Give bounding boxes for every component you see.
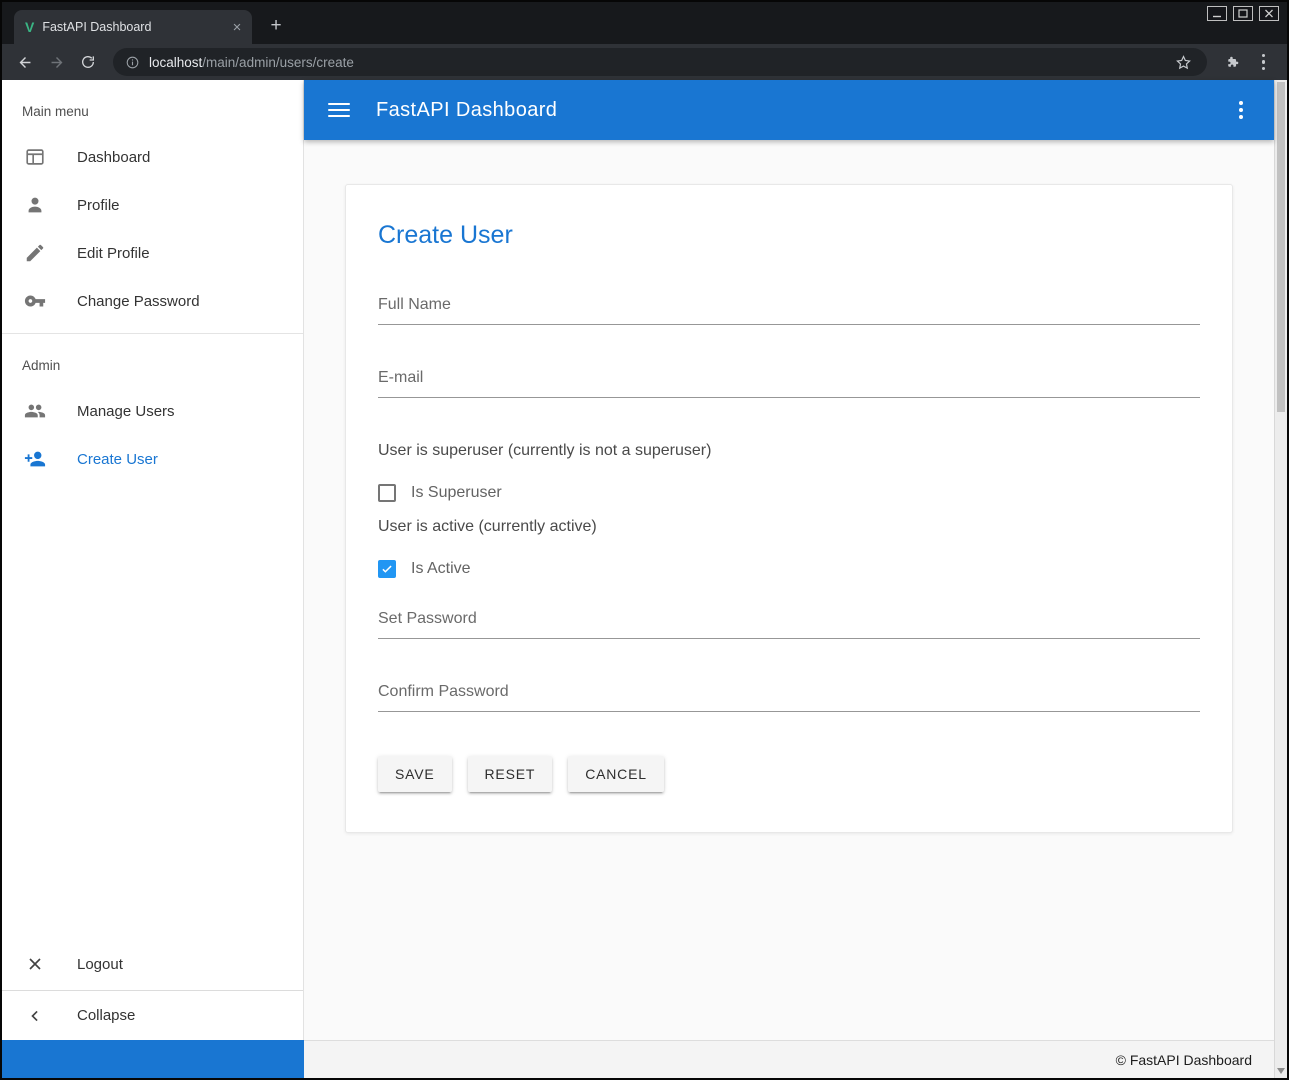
footer-copyright: © FastAPI Dashboard bbox=[1116, 1052, 1252, 1068]
sidebar-item-manage-users[interactable]: Manage Users bbox=[2, 387, 303, 435]
scrollbar-down-arrow-icon[interactable] bbox=[1277, 1068, 1285, 1074]
browser-toolbar: localhost/main/admin/users/create bbox=[2, 44, 1287, 80]
form-actions: SAVE RESET CANCEL bbox=[378, 756, 1200, 792]
reset-button[interactable]: RESET bbox=[468, 756, 553, 792]
sidebar-item-dashboard[interactable]: Dashboard bbox=[2, 133, 303, 181]
sidebar-item-logout[interactable]: Logout bbox=[2, 940, 303, 988]
sidebar-item-edit-profile[interactable]: Edit Profile bbox=[2, 229, 303, 277]
sidebar-item-label: Create User bbox=[77, 451, 158, 468]
chevron-left-icon bbox=[23, 1006, 47, 1026]
email-label: E-mail bbox=[378, 369, 423, 386]
minimize-button[interactable] bbox=[1207, 6, 1227, 21]
create-user-card: Create User Full Name E-mail User is sup… bbox=[345, 184, 1233, 833]
vertical-scrollbar[interactable] bbox=[1274, 80, 1287, 1078]
footer-bar: © FastAPI Dashboard bbox=[304, 1040, 1274, 1078]
appbar-title: FastAPI Dashboard bbox=[376, 99, 1227, 122]
reload-icon[interactable] bbox=[74, 49, 101, 76]
confirm-password-field[interactable]: Confirm Password bbox=[378, 683, 1200, 712]
active-hint: User is active (currently active) bbox=[378, 518, 1200, 536]
site-info-icon[interactable] bbox=[125, 55, 140, 70]
logout-x-icon bbox=[23, 954, 47, 974]
url-host: localhost bbox=[149, 55, 202, 70]
hamburger-menu-icon[interactable] bbox=[328, 103, 350, 117]
appbar-kebab-icon[interactable] bbox=[1227, 97, 1254, 124]
footer: © FastAPI Dashboard bbox=[2, 1040, 1274, 1078]
sidebar-item-create-user[interactable]: Create User bbox=[2, 435, 303, 483]
extensions-icon[interactable] bbox=[1219, 49, 1246, 76]
forward-icon[interactable] bbox=[43, 49, 70, 76]
browser-titlebar: V FastAPI Dashboard × + bbox=[2, 2, 1287, 44]
sidebar-item-label: Edit Profile bbox=[77, 245, 150, 262]
page-title: Create User bbox=[378, 221, 1200, 250]
person-add-icon bbox=[23, 448, 47, 470]
footer-accent-block bbox=[2, 1040, 304, 1078]
sidebar: Main menu Dashboard Profile bbox=[2, 80, 304, 1040]
app-main: Main menu Dashboard Profile bbox=[2, 80, 1274, 1040]
app-shell: Main menu Dashboard Profile bbox=[2, 80, 1287, 1078]
sidebar-collapse-button[interactable]: Collapse bbox=[2, 990, 303, 1040]
save-button[interactable]: SAVE bbox=[378, 756, 452, 792]
full-name-field[interactable]: Full Name bbox=[378, 296, 1200, 325]
maximize-button[interactable] bbox=[1233, 6, 1253, 21]
checkbox-checked-icon bbox=[378, 560, 396, 578]
scrollbar-thumb[interactable] bbox=[1277, 82, 1285, 412]
sidebar-item-label: Manage Users bbox=[77, 403, 175, 420]
email-field[interactable]: E-mail bbox=[378, 369, 1200, 398]
set-password-label: Set Password bbox=[378, 610, 477, 627]
bookmark-star-icon[interactable] bbox=[1170, 49, 1197, 76]
main-area: FastAPI Dashboard Create User Full Name … bbox=[304, 80, 1274, 1040]
dashboard-icon bbox=[23, 146, 47, 168]
browser-menu-kebab-icon[interactable] bbox=[1250, 49, 1277, 76]
is-active-checkbox[interactable]: Is Active bbox=[378, 560, 1200, 578]
sidebar-section-main-menu: Main menu bbox=[2, 80, 303, 133]
close-window-button[interactable] bbox=[1259, 6, 1279, 21]
url-path: /main/admin/users/create bbox=[202, 55, 354, 70]
vuetify-favicon-icon: V bbox=[25, 19, 34, 35]
new-tab-button[interactable]: + bbox=[262, 12, 290, 40]
confirm-password-label: Confirm Password bbox=[378, 683, 509, 700]
cancel-button[interactable]: CANCEL bbox=[568, 756, 664, 792]
browser-window: V FastAPI Dashboard × + bbox=[0, 0, 1289, 1080]
sidebar-item-label: Logout bbox=[77, 956, 123, 973]
people-icon bbox=[23, 400, 47, 422]
key-icon bbox=[23, 290, 47, 312]
sidebar-item-change-password[interactable]: Change Password bbox=[2, 277, 303, 325]
url-text: localhost/main/admin/users/create bbox=[149, 55, 1161, 70]
set-password-field[interactable]: Set Password bbox=[378, 610, 1200, 639]
browser-tab[interactable]: V FastAPI Dashboard × bbox=[14, 10, 252, 44]
sidebar-spacer bbox=[2, 483, 303, 940]
url-bar[interactable]: localhost/main/admin/users/create bbox=[113, 48, 1207, 76]
appbar: FastAPI Dashboard bbox=[304, 80, 1274, 140]
checkbox-unchecked-icon bbox=[378, 484, 396, 502]
person-icon bbox=[23, 194, 47, 216]
page-content: Create User Full Name E-mail User is sup… bbox=[304, 140, 1274, 1040]
sidebar-item-label: Dashboard bbox=[77, 149, 150, 166]
full-name-label: Full Name bbox=[378, 296, 451, 313]
tab-title: FastAPI Dashboard bbox=[42, 20, 220, 34]
collapse-label: Collapse bbox=[77, 1007, 135, 1024]
is-superuser-checkbox[interactable]: Is Superuser bbox=[378, 484, 1200, 502]
window-controls bbox=[1207, 6, 1279, 21]
back-icon[interactable] bbox=[12, 49, 39, 76]
is-superuser-label: Is Superuser bbox=[411, 484, 502, 502]
sidebar-item-label: Profile bbox=[77, 197, 120, 214]
sidebar-section-admin: Admin bbox=[2, 334, 303, 387]
sidebar-item-profile[interactable]: Profile bbox=[2, 181, 303, 229]
tab-close-icon[interactable]: × bbox=[228, 18, 246, 36]
pencil-icon bbox=[23, 242, 47, 264]
superuser-hint: User is superuser (currently is not a su… bbox=[378, 442, 1200, 460]
sidebar-item-label: Change Password bbox=[77, 293, 200, 310]
is-active-label: Is Active bbox=[411, 560, 471, 578]
